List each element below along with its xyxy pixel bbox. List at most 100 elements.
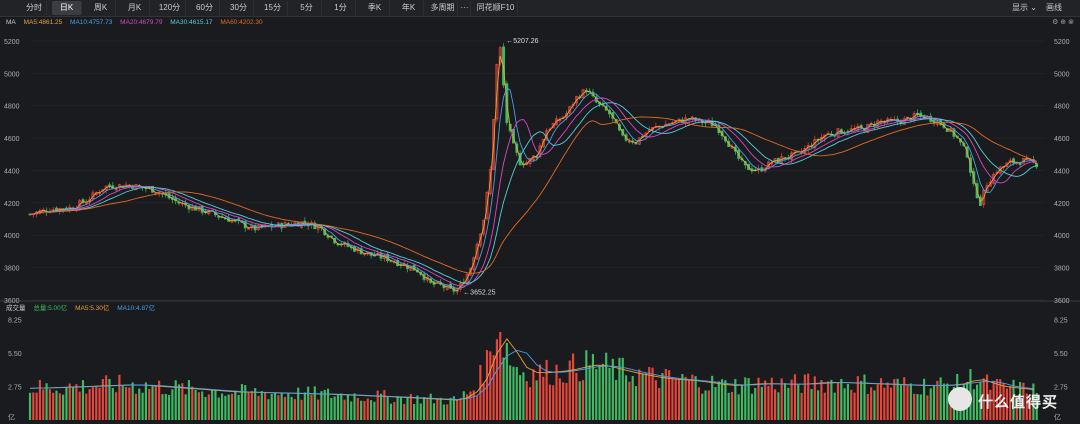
volume-bar [85,393,88,420]
volume-bar [197,392,200,420]
volume-bar [28,392,32,420]
volume-bar [783,383,787,420]
volume-bar [55,390,58,420]
volume-bar [562,382,565,420]
kline-chart[interactable]: 5200 5200 5000 5000 4800 4800 4600 4600 4400 4400… [0,0,1080,424]
volume-bar [442,404,446,420]
volume-bar [406,397,409,420]
volume-tick-right: 8.25 [1054,317,1068,324]
volume-bar [91,387,94,420]
volume-bar [701,393,704,420]
volume-bar [154,385,157,420]
volume-bar [360,400,363,420]
volume-bar [883,387,886,420]
volume-bar [919,394,922,420]
volume-bar [677,379,681,420]
volume-bar [750,393,753,420]
volume-bar [932,384,936,420]
volume-bar [631,376,634,420]
volume-bar [840,378,843,420]
volume-bar [432,403,436,420]
watermark-text: 什么值得买 [978,394,1059,411]
volume-bar [585,350,588,420]
volume-bar [144,382,147,420]
volume-bar [399,396,402,420]
volume-bar [214,389,217,420]
volume-bar [519,375,522,420]
volume-bar [389,403,393,420]
volume-bar [714,387,717,420]
volume-bar [71,386,75,420]
volume-bar [684,376,687,420]
volume-bar [151,385,154,420]
volume-bar [727,392,730,420]
volume-bar [68,383,71,420]
volume-bar [707,390,710,420]
volume-bar [383,390,386,420]
volume-bar [565,383,568,420]
volume-bar [760,386,763,420]
volume-bar [697,387,700,420]
price-tick-left: 4000 [4,233,20,240]
volume-bar [545,359,548,420]
price-tick-right: 5200 [1054,39,1070,46]
volume-bar [333,396,336,420]
volume-bar [826,381,830,420]
volume-bar [462,391,465,420]
volume-tick-left: 亿 [8,412,15,421]
volume-bar [250,391,253,420]
chart-grid [0,40,1080,302]
volume-bar [42,389,45,420]
volume-bar [615,379,618,420]
volume-bar [363,401,366,420]
volume-bar [396,396,399,420]
price-tick-right: 4400 [1054,168,1070,175]
volume-bar [853,392,856,420]
volume-bar [346,394,349,420]
volume-bar [866,393,869,420]
volume-bar [797,384,800,420]
volume-bar [194,390,197,420]
volume-bar [58,393,61,420]
volume-bar [668,370,671,420]
volume-bar [459,398,462,420]
price-tick-left: 4200 [4,201,20,208]
volume-bar [694,376,697,420]
volume-bar [336,394,340,420]
volume-bar [191,386,194,420]
price-tick-right: 4800 [1054,104,1070,111]
volume-bar [187,380,191,420]
volume-bar [552,385,555,420]
volume-bar [681,374,684,420]
volume-bar [972,389,975,420]
volume-bar [343,399,346,420]
volume-bar [419,403,422,420]
volume-bar [774,389,777,420]
volume-bar [88,389,91,420]
volume-bar [803,374,806,420]
ma10-line [29,87,1037,290]
volume-bar [913,393,916,420]
volume-bar [65,387,68,420]
volume-bar [207,394,210,420]
volume-bar [906,385,909,420]
volume-bar [495,339,498,420]
volume-bar [939,377,942,420]
volume-bar [942,383,946,420]
volume-bar [300,399,303,420]
volume-bar [870,387,873,420]
volume-bar [595,369,598,420]
volume-bar [886,382,889,420]
volume-bar [403,403,406,420]
volume-bar [634,386,638,420]
volume-bar [515,367,518,420]
volume-bar [111,388,114,420]
volume-bar [588,365,591,420]
volume-bar [38,380,42,420]
volume-bar [929,388,932,420]
volume-ma-line [29,349,1034,401]
volume-bar [505,342,508,420]
volume-bar [436,398,439,420]
volume-bar [644,373,648,420]
volume-tick-right: 5.50 [1054,351,1068,358]
